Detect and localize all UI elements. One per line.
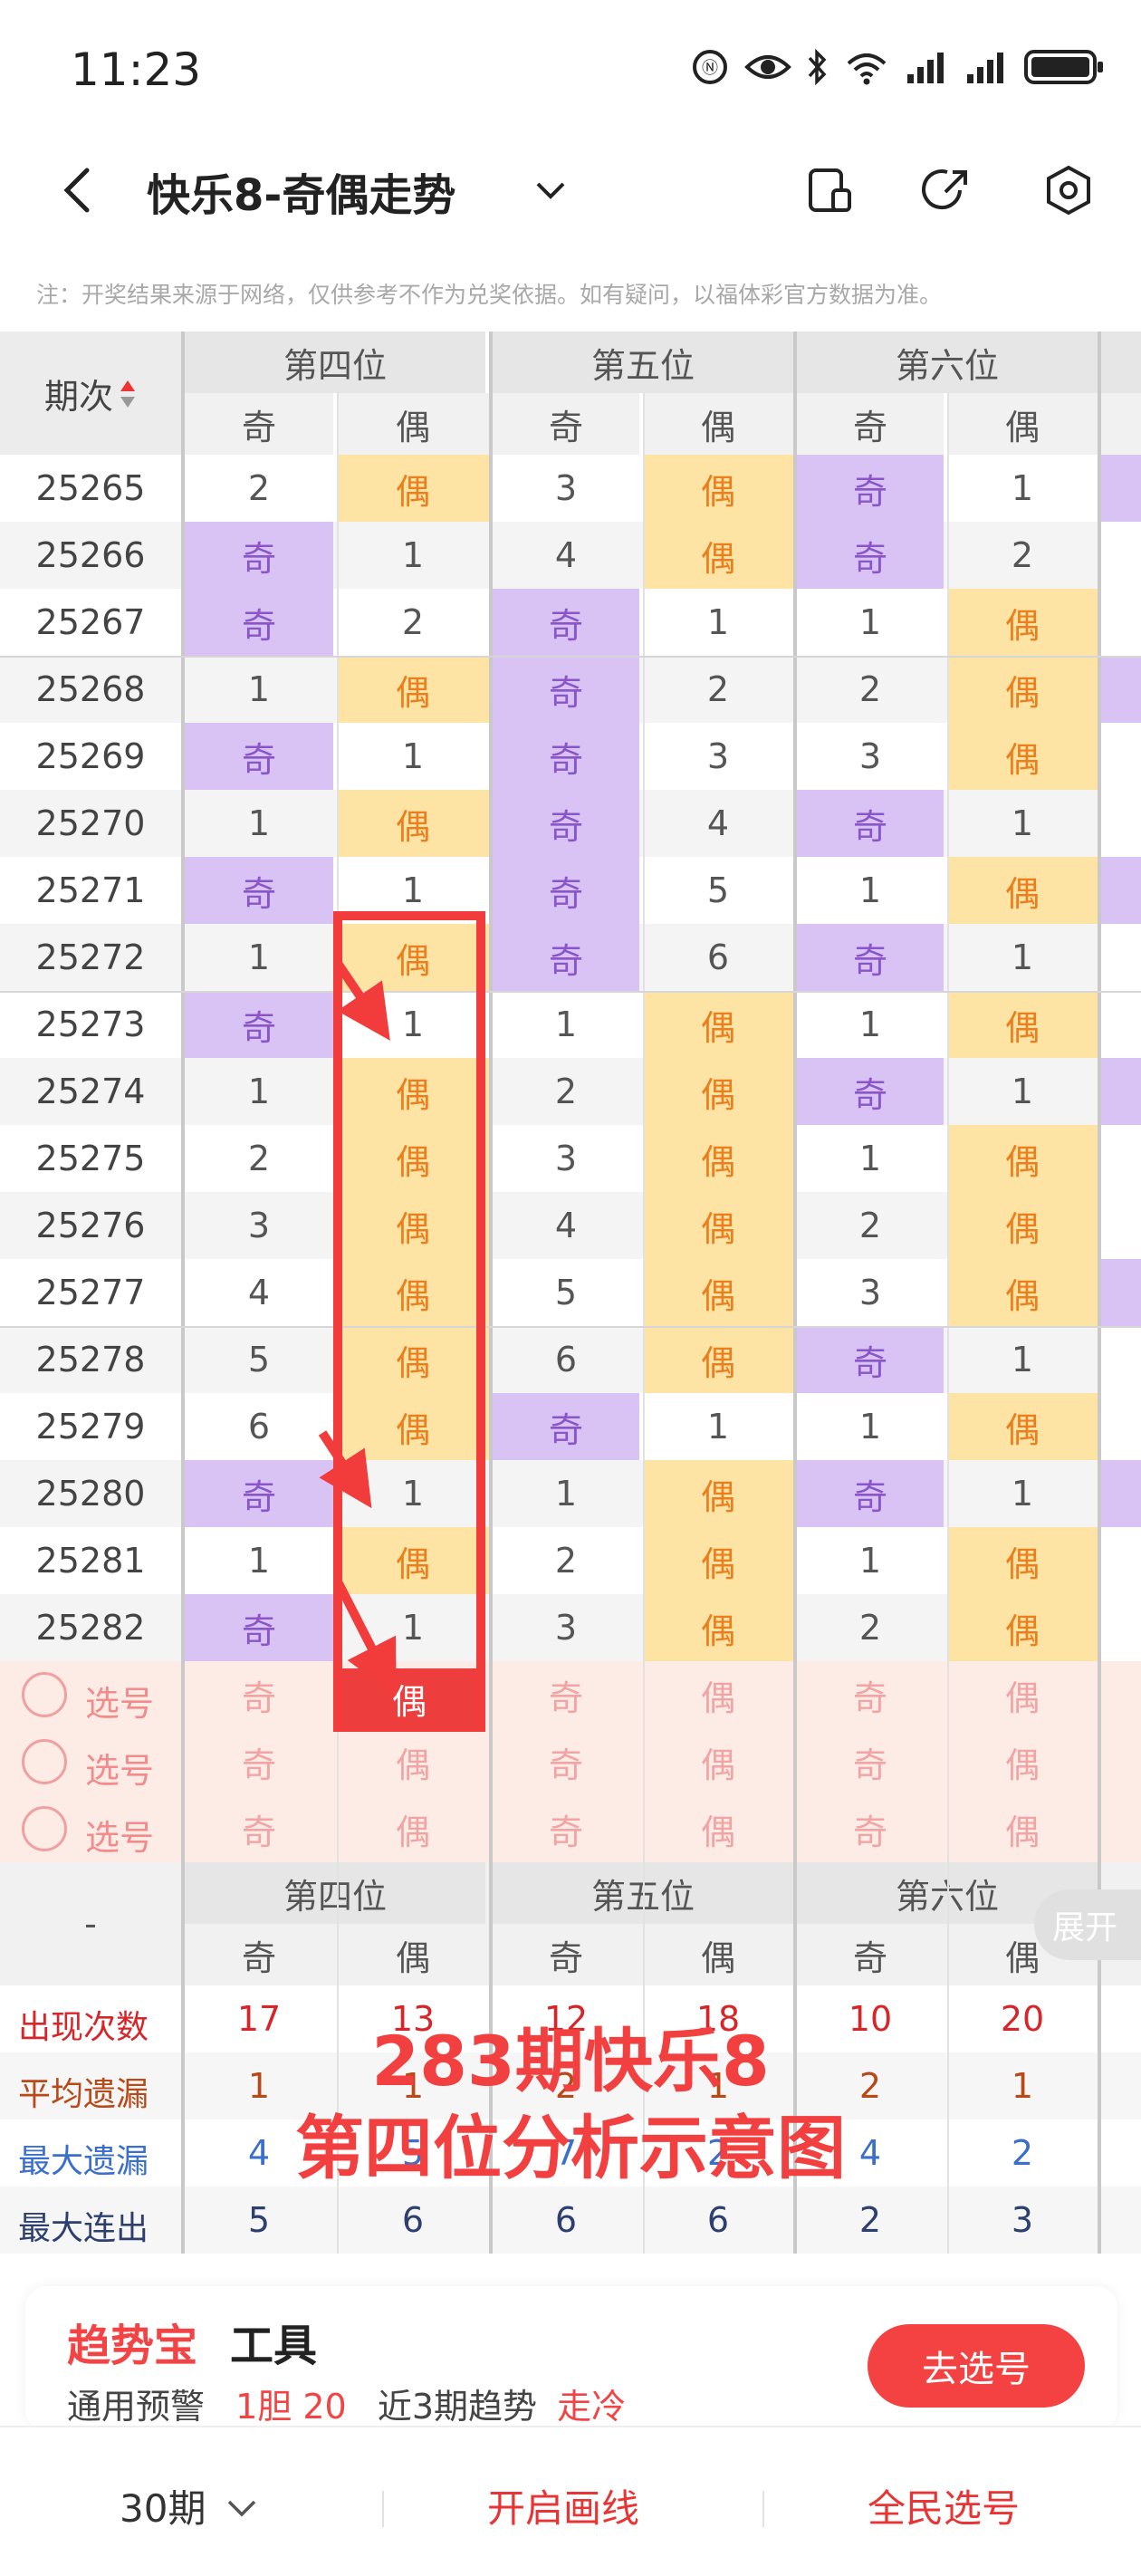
tool-word: 工具: [230, 2321, 318, 2371]
draw-lines-button[interactable]: 开启画线: [487, 2478, 639, 2533]
periods-label: 30期: [120, 2486, 206, 2531]
arrow-2: [318, 1430, 372, 1509]
expand-button[interactable]: 展开: [1034, 1889, 1141, 1960]
periods-select[interactable]: 30期: [120, 2478, 260, 2533]
divider: [382, 2491, 384, 2527]
warn-value: 1胆 20: [235, 2387, 347, 2427]
annotation-caption: 283期快乐8 第四位分析示意图: [199, 2018, 942, 2192]
tool-brand: 趋势宝: [67, 2321, 198, 2371]
tool-summary: 通用预警 1胆 20 近3期趋势 走冷: [67, 2379, 626, 2428]
arrow-3: [334, 1581, 397, 1697]
go-pick-button[interactable]: 去选号: [868, 2324, 1085, 2408]
trend-value: 走冷: [557, 2387, 627, 2427]
pick-button[interactable]: 全民选号: [868, 2478, 1020, 2533]
chevron-down-icon: [227, 2500, 256, 2517]
caption-line-1: 283期快乐8: [371, 2021, 770, 2101]
trend-label: 近3期趋势: [377, 2387, 538, 2427]
bottom-bar: 30期 开启画线 全民选号: [0, 2426, 1141, 2576]
caption-line-2: 第四位分析示意图: [295, 2108, 846, 2188]
divider: [762, 2491, 764, 2527]
trend-tool-card: 趋势宝 工具 通用预警 1胆 20 近3期趋势 走冷 去选号: [25, 2286, 1117, 2431]
arrow-1: [332, 959, 390, 1041]
warn-label: 通用预警: [67, 2387, 206, 2427]
